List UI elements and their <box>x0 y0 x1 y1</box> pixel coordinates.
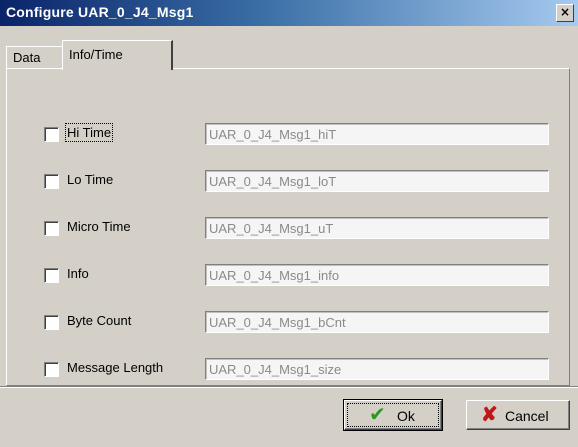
x-icon: ✘ <box>481 404 498 426</box>
lo-time-checkbox[interactable] <box>44 174 59 189</box>
message-length-field[interactable]: UAR_0_J4_Msg1_size <box>205 358 549 380</box>
checkmark-icon: ✔ <box>369 404 386 426</box>
micro-time-field[interactable]: UAR_0_J4_Msg1_uT <box>205 217 549 239</box>
cancel-button[interactable]: ✘ Cancel <box>466 400 570 430</box>
byte-count-field[interactable]: UAR_0_J4_Msg1_bCnt <box>205 311 549 333</box>
close-button[interactable]: × <box>556 4 574 22</box>
info-field[interactable]: UAR_0_J4_Msg1_info <box>205 264 549 286</box>
window-title: Configure UAR_0_J4_Msg1 <box>6 4 194 20</box>
byte-count-checkbox[interactable] <box>44 315 59 330</box>
close-icon: × <box>559 5 571 19</box>
hi-time-label[interactable]: Hi Time <box>64 123 114 142</box>
title-bar[interactable]: Configure UAR_0_J4_Msg1 × <box>0 0 578 26</box>
message-length-label[interactable]: Message Length <box>67 360 163 375</box>
info-checkbox[interactable] <box>44 268 59 283</box>
tab-info-time[interactable]: Info/Time <box>62 40 173 70</box>
hi-time-field[interactable]: UAR_0_J4_Msg1_hiT <box>205 123 549 145</box>
lo-time-label[interactable]: Lo Time <box>67 172 113 187</box>
cancel-label: Cancel <box>505 408 549 424</box>
message-length-checkbox[interactable] <box>44 362 59 377</box>
micro-time-checkbox[interactable] <box>44 221 59 236</box>
lo-time-field[interactable]: UAR_0_J4_Msg1_loT <box>205 170 549 192</box>
byte-count-label[interactable]: Byte Count <box>67 313 131 328</box>
ok-button[interactable]: ✔ Ok <box>343 399 443 431</box>
info-label[interactable]: Info <box>67 266 89 281</box>
focus-rect <box>347 403 439 427</box>
dialog-window: Configure UAR_0_J4_Msg1 × Data Info/Time… <box>0 0 578 447</box>
footer-divider <box>0 386 578 388</box>
ok-label: Ok <box>397 408 415 424</box>
hi-time-checkbox[interactable] <box>44 127 59 142</box>
micro-time-label[interactable]: Micro Time <box>67 219 131 234</box>
